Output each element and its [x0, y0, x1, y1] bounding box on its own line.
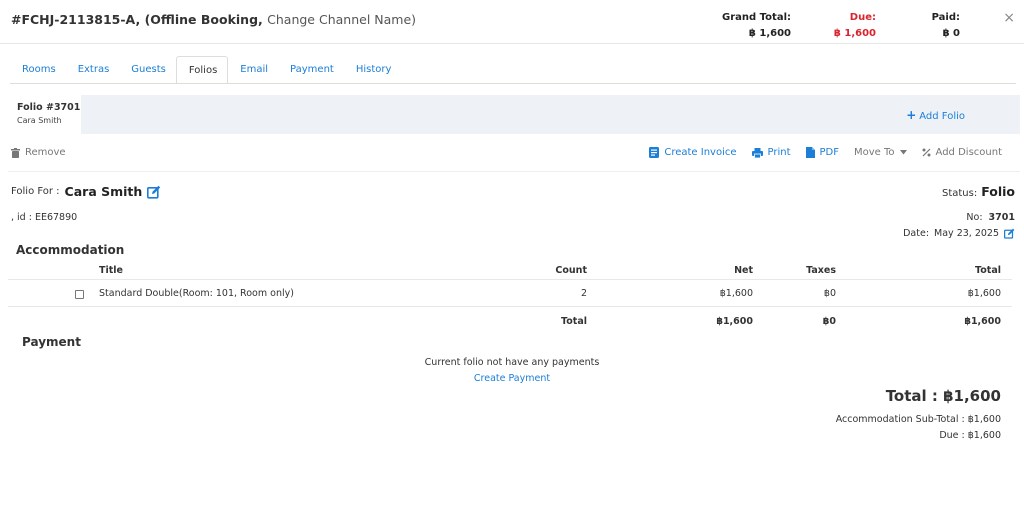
paid-label: Paid:	[931, 12, 960, 23]
tab-history[interactable]: History	[344, 56, 402, 84]
paid-value: ฿ 0	[942, 28, 960, 39]
status-value: Folio	[981, 184, 1015, 199]
grand-total: Grand Total: ฿ 1,600	[722, 12, 791, 39]
pdf-label: PDF	[819, 147, 840, 158]
folio-for: Folio For : Cara Smith	[11, 184, 161, 199]
print-label: Print	[767, 147, 791, 158]
plus-icon: +	[906, 108, 917, 122]
tab-email[interactable]: Email	[228, 56, 278, 84]
booking-id: #FCHJ-2113815-A,	[11, 12, 141, 27]
date-value: May 23, 2025	[934, 228, 999, 239]
folio-guest-name: Cara Smith	[17, 116, 62, 125]
totals-taxes: ฿0	[822, 316, 836, 327]
no-payments-message: Current folio not have any payments	[424, 357, 600, 368]
change-channel-link[interactable]: Change Channel Name)	[267, 12, 416, 27]
row-net: ฿1,600	[719, 288, 753, 299]
create-invoice-label: Create Invoice	[664, 147, 737, 158]
folio-number: Folio #3701	[17, 102, 81, 113]
payment-title: Payment	[22, 335, 81, 349]
grand-total-value: ฿ 1,600	[748, 28, 791, 39]
percent-icon	[922, 148, 931, 157]
move-to-dropdown[interactable]: Move To	[854, 147, 907, 158]
tab-folios[interactable]: Folios	[175, 56, 229, 84]
tabs-divider	[10, 83, 1016, 84]
row-taxes: ฿0	[823, 288, 836, 299]
folio-card[interactable]: Folio #3701 Cara Smith	[8, 95, 81, 134]
col-count: Count	[555, 265, 587, 276]
due-label: Due:	[849, 12, 876, 23]
caret-down-icon	[899, 150, 907, 155]
folio-action-bar: Remove Create Invoice Print PDF Move To	[0, 144, 1024, 170]
tab-payment[interactable]: Payment	[278, 56, 344, 84]
remove-label: Remove	[25, 147, 66, 158]
guest-id: , id : EE67890	[11, 212, 78, 223]
date-label: Date:	[903, 228, 930, 239]
folio-for-label: Folio For :	[11, 186, 60, 197]
paid-total: Paid: ฿ 0	[932, 12, 960, 39]
grand-total-label: Grand Total:	[722, 12, 791, 23]
folio-no-label: No:	[966, 212, 983, 223]
folio-for-name: Cara Smith	[64, 184, 143, 199]
totals-net: ฿1,600	[716, 316, 753, 327]
due-summary: Due : ฿1,600	[939, 430, 1001, 441]
edit-guest-icon[interactable]	[147, 185, 161, 199]
grand-total-summary: Total : ฿1,600	[885, 387, 1001, 405]
folio-date: Date: May 23, 2025	[903, 228, 1015, 239]
trash-icon	[11, 147, 20, 158]
booking-title: #FCHJ-2113815-A, (Offline Booking, Chang…	[11, 12, 416, 27]
tab-extras[interactable]: Extras	[66, 56, 120, 84]
remove-button[interactable]: Remove	[11, 147, 66, 158]
due-total: Due: ฿ 1,600	[834, 12, 876, 39]
add-folio-label: Add Folio	[919, 111, 965, 122]
printer-icon	[751, 147, 763, 158]
invoice-icon	[649, 147, 660, 158]
status-label: Status:	[941, 188, 978, 199]
row-count: 2	[580, 288, 587, 299]
table-header-divider	[8, 279, 1012, 280]
col-title: Title	[99, 265, 123, 276]
row-checkbox[interactable]	[75, 290, 84, 299]
edit-date-icon[interactable]	[1004, 228, 1015, 239]
accommodation-subtotal: Accommodation Sub-Total : ฿1,600	[835, 414, 1001, 425]
print-button[interactable]: Print	[751, 147, 791, 158]
tab-guests[interactable]: Guests	[119, 56, 176, 84]
booking-tabs: Rooms Extras Guests Folios Email Payment…	[10, 56, 401, 84]
folio-strip: Folio #3701 Cara Smith + Add Folio	[8, 95, 1020, 134]
create-payment-link[interactable]: Create Payment	[474, 373, 550, 384]
booking-header: #FCHJ-2113815-A, (Offline Booking, Chang…	[0, 0, 1024, 44]
table-row-divider	[8, 306, 1012, 307]
totals-label: Total	[561, 316, 587, 327]
add-discount-label: Add Discount	[935, 147, 1002, 158]
booking-type: (Offline Booking,	[144, 12, 263, 27]
col-total: Total	[975, 265, 1001, 276]
pdf-file-icon	[805, 147, 815, 158]
folio-status: Status: Folio	[942, 184, 1015, 199]
create-payment-row: Create Payment	[0, 373, 1024, 384]
folio-actions: Create Invoice Print PDF Move To Add Dis…	[649, 147, 1002, 158]
accommodation-title: Accommodation	[16, 243, 125, 257]
due-value: ฿ 1,600	[833, 28, 876, 39]
add-discount-button[interactable]: Add Discount	[922, 147, 1002, 158]
col-taxes: Taxes	[806, 265, 836, 276]
folio-no-value: 3701	[988, 212, 1015, 223]
move-to-label: Move To	[854, 147, 895, 158]
col-net: Net	[734, 265, 753, 276]
create-invoice-button[interactable]: Create Invoice	[649, 147, 737, 158]
pdf-button[interactable]: PDF	[805, 147, 840, 158]
actions-divider	[8, 171, 1020, 172]
row-title: Standard Double(Room: 101, Room only)	[99, 288, 294, 299]
tab-rooms[interactable]: Rooms	[10, 56, 66, 84]
row-total: ฿1,600	[967, 288, 1001, 299]
close-icon[interactable]: ×	[1003, 10, 1015, 26]
folio-no: No: 3701	[966, 212, 1015, 223]
add-folio-button[interactable]: + Add Folio	[906, 108, 965, 122]
totals-total: ฿1,600	[964, 316, 1001, 327]
